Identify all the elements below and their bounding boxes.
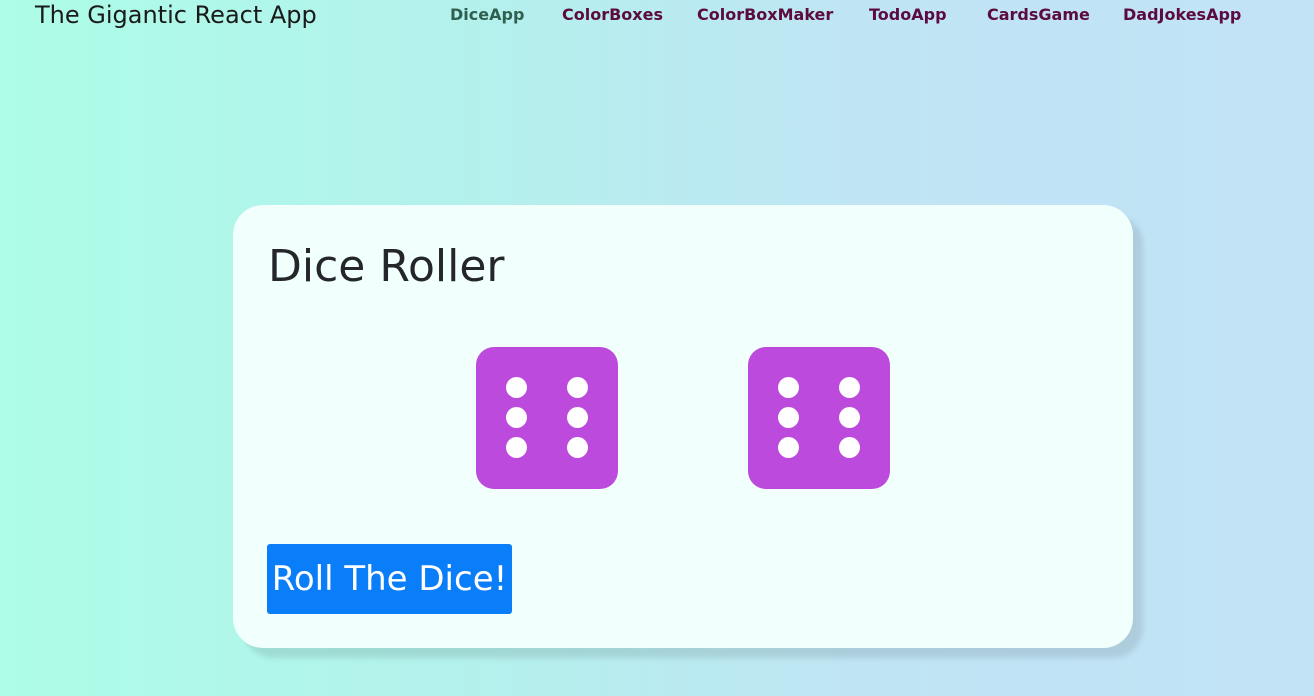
navbar: The Gigantic React App DiceApp ColorBoxe… (0, 0, 1314, 32)
die-pip (506, 407, 527, 428)
nav-link-dadjokesapp[interactable]: DadJokesApp (1123, 4, 1241, 26)
roll-dice-button[interactable]: Roll The Dice! (267, 544, 512, 614)
die-pip (567, 407, 588, 428)
nav-link-todoapp[interactable]: TodoApp (869, 4, 947, 26)
die-pip (567, 437, 588, 458)
nav-link-colorboxmaker[interactable]: ColorBoxMaker (697, 4, 833, 26)
nav-links: DiceApp ColorBoxes ColorBoxMaker TodoApp… (0, 4, 1314, 28)
card-title: Dice Roller (268, 241, 505, 292)
die-pip (567, 377, 588, 398)
die-pip (778, 437, 799, 458)
nav-link-colorboxes[interactable]: ColorBoxes (562, 4, 663, 26)
die-pip (506, 377, 527, 398)
dice-six-icon (748, 347, 890, 489)
dice-roller-card: Dice Roller Roll The Dice! (233, 205, 1133, 648)
die-pip (839, 437, 860, 458)
die-pip (506, 437, 527, 458)
die-pip (778, 377, 799, 398)
die-pip (778, 407, 799, 428)
die-pip (839, 407, 860, 428)
die-pip (839, 377, 860, 398)
nav-link-cardsgame[interactable]: CardsGame (987, 4, 1090, 26)
nav-link-diceapp[interactable]: DiceApp (450, 4, 524, 26)
dice-six-icon (476, 347, 618, 489)
